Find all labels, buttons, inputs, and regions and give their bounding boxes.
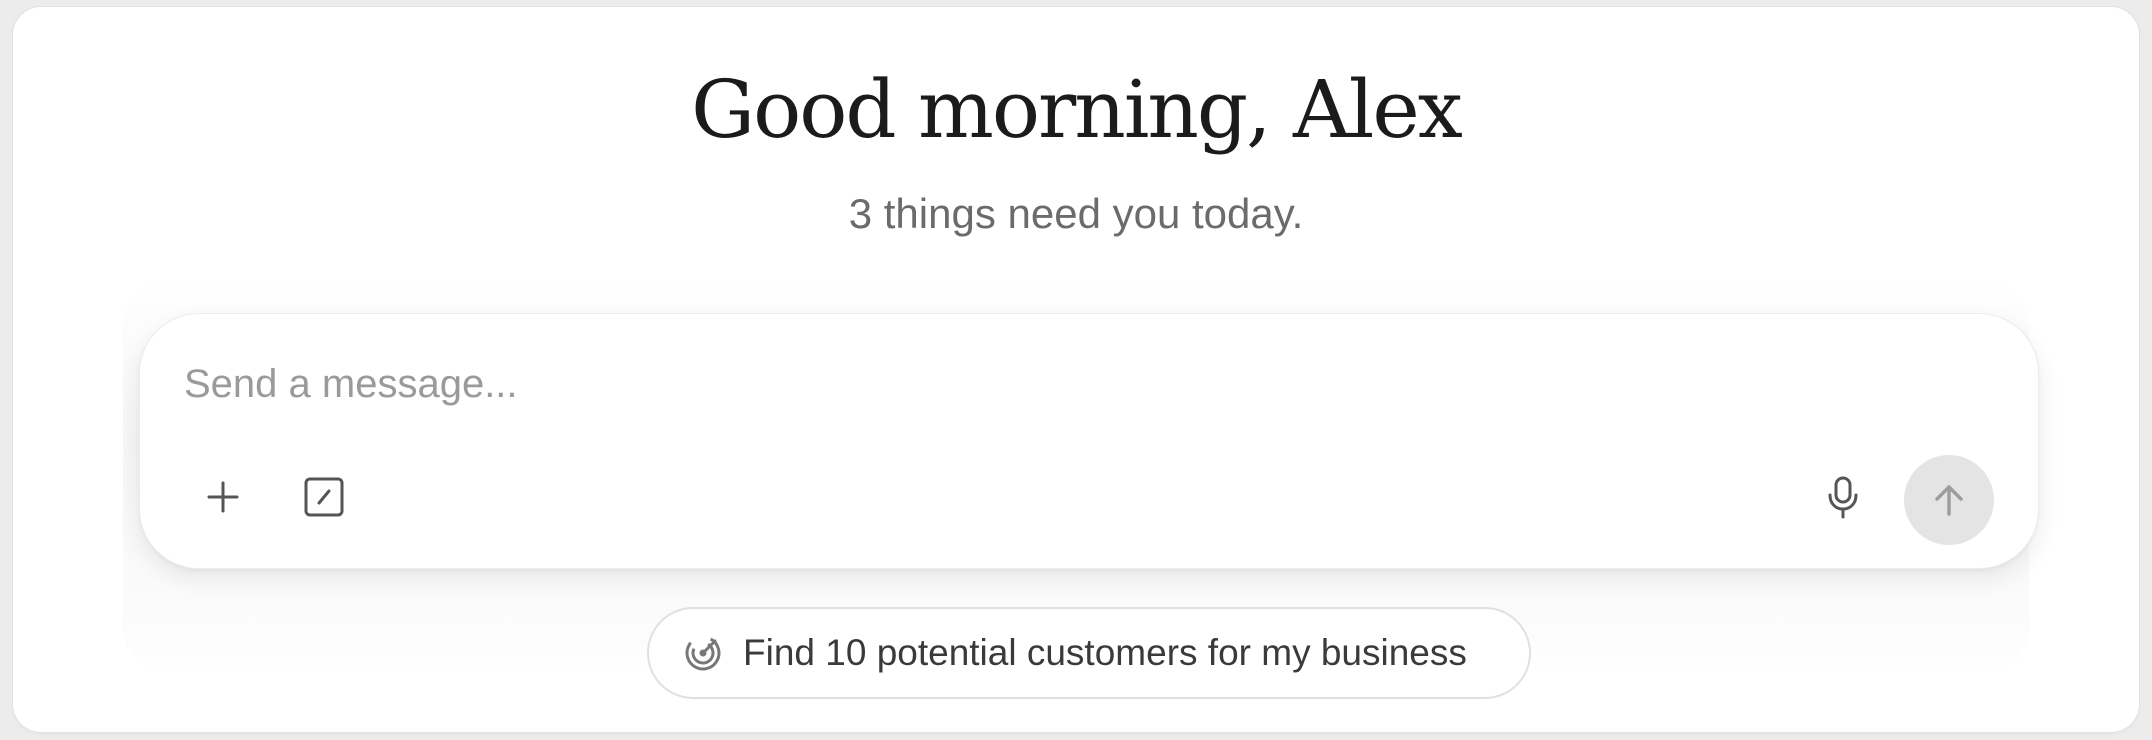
greeting-title: Good morning, Alex: [691, 63, 1463, 156]
message-input[interactable]: [184, 356, 1884, 412]
arrow-up-icon: [1935, 485, 1963, 516]
radar-target-icon: [683, 633, 723, 673]
greeting-subtitle: 3 things need you today.: [848, 190, 1304, 237]
microphone-icon: [1828, 476, 1858, 519]
home-card: Good morning, Alex 3 things need you tod…: [13, 7, 2139, 732]
slash-square-icon: [304, 477, 344, 517]
send-button[interactable]: [1904, 455, 1994, 545]
commands-button[interactable]: [289, 462, 359, 532]
voice-input-button[interactable]: [1808, 462, 1878, 532]
suggestion-label: Find 10 potential customers for my busin…: [743, 632, 1467, 673]
suggestion-chip[interactable]: Find 10 potential customers for my busin…: [647, 607, 1531, 699]
message-composer: [139, 313, 2039, 569]
plus-icon: [207, 481, 239, 513]
add-attachment-button[interactable]: [188, 462, 258, 532]
